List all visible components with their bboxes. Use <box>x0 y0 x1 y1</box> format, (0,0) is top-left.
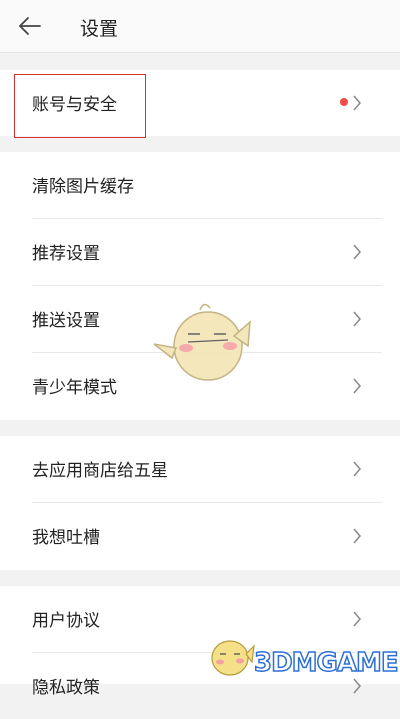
chevron-right-icon <box>353 611 361 627</box>
notification-dot <box>340 98 348 106</box>
settings-item-label: 清除图片缓存 <box>32 177 134 197</box>
watermark-mascot-icon <box>211 640 255 676</box>
watermark-text: 3DMGAME <box>253 647 399 679</box>
app-header: 设置 <box>0 0 400 53</box>
settings-item-rate-five-stars[interactable]: 去应用商店给五星 <box>0 436 400 502</box>
settings-item-label: 青少年模式 <box>32 378 117 398</box>
chevron-right-icon <box>353 528 361 544</box>
settings-item-label: 推送设置 <box>32 311 100 331</box>
settings-item-feedback[interactable]: 我想吐槽 <box>0 503 400 569</box>
chevron-right-icon <box>353 461 361 477</box>
settings-item-recommend-settings[interactable]: 推荐设置 <box>0 219 400 285</box>
settings-item-clear-image-cache[interactable]: 清除图片缓存 <box>0 152 400 218</box>
settings-item-label: 我想吐槽 <box>32 528 100 548</box>
chevron-right-icon <box>353 95 361 111</box>
chevron-right-icon <box>353 378 361 394</box>
chevron-right-icon <box>353 311 361 327</box>
chevron-right-icon <box>353 244 361 260</box>
settings-item-user-agreement[interactable]: 用户协议 <box>0 586 400 652</box>
settings-item-label: 隐私政策 <box>32 678 100 698</box>
page-title: 设置 <box>80 18 119 40</box>
settings-item-label: 推荐设置 <box>32 244 100 264</box>
settings-item-label: 用户协议 <box>32 611 100 631</box>
settings-item-label: 去应用商店给五星 <box>32 461 168 481</box>
back-arrow-icon[interactable] <box>16 12 44 40</box>
highlight-annotation-box <box>14 74 146 138</box>
chevron-right-icon <box>353 678 361 694</box>
mascot-watermark-icon <box>153 303 251 381</box>
feedback-section: 去应用商店给五星 我想吐槽 <box>0 436 400 570</box>
